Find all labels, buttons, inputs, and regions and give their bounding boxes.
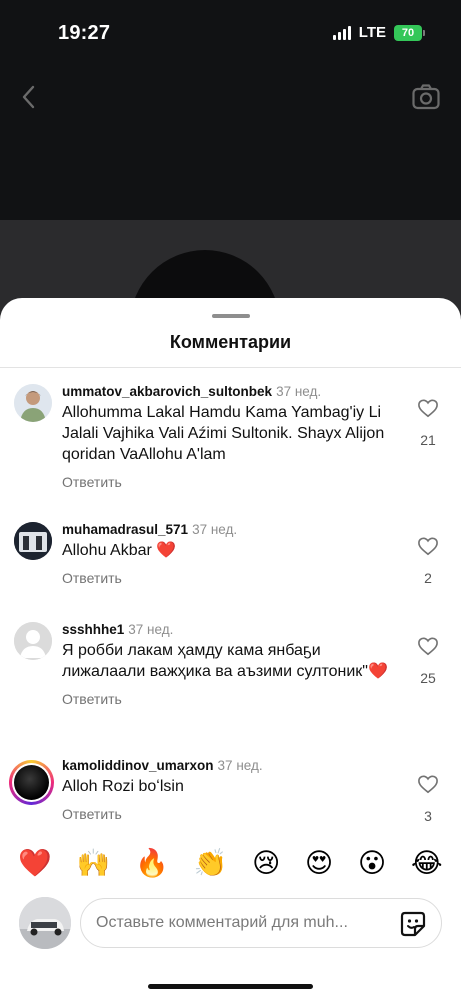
emoji-reaction-bar: ❤️ 🙌 🔥 👏 😢 😍 😮 😂 <box>0 838 461 888</box>
like-group: 21 <box>414 398 442 448</box>
emoji-crying[interactable]: 😢 <box>252 849 280 877</box>
comment-text: Alloh Rozi boʻlsin <box>62 778 184 795</box>
like-count: 21 <box>420 432 436 448</box>
comment-meta: kamoliddinov_umarxon 37 нед. <box>62 758 402 773</box>
sheet-title: Комментарии <box>169 332 292 352</box>
reply-button[interactable]: Ответить <box>62 570 402 586</box>
comment-username[interactable]: kamoliddinov_umarxon <box>62 758 214 773</box>
comment-username[interactable]: ummatov_akbarovich_sultonbek <box>62 384 272 399</box>
battery-icon: 70 <box>394 24 425 41</box>
user-avatar[interactable] <box>19 897 71 949</box>
camera-icon[interactable] <box>411 82 441 112</box>
like-count: 3 <box>424 808 432 824</box>
comments-sheet: Комментарии ummatov_akbarovich_sultonbek… <box>0 298 461 999</box>
comment-time: 37 нед. <box>217 758 263 773</box>
comment-body: ssshhhe1 37 нед. Я робби лакам ҳамду кама… <box>62 622 402 707</box>
comment-meta: ummatov_akbarovich_sultonbek 37 нед. <box>62 384 402 399</box>
emoji-heart[interactable]: ❤️ <box>18 849 52 877</box>
avatar-story-ring[interactable] <box>9 760 54 805</box>
network-type: LTE <box>358 24 386 41</box>
heart-outline-icon[interactable] <box>417 536 439 556</box>
emoji-clap[interactable]: 👏 <box>194 849 228 877</box>
emoji-laughing[interactable]: 😂 <box>411 849 443 877</box>
comment-text: Allohu Akbar ❤️ <box>62 542 177 559</box>
status-indicators: LTE 70 <box>332 24 425 41</box>
reply-button[interactable]: Ответить <box>62 806 402 822</box>
comment-time: 37 нед. <box>128 622 174 637</box>
status-time: 19:27 <box>58 22 111 44</box>
comment-time: 37 нед. <box>276 384 322 399</box>
home-indicator <box>148 984 313 989</box>
like-group: 25 <box>414 636 442 686</box>
reply-button[interactable]: Ответить <box>62 474 402 490</box>
emoji-surprised[interactable]: 😮 <box>358 849 386 877</box>
heart-outline-icon[interactable] <box>417 774 439 794</box>
battery-level: 70 <box>394 24 422 41</box>
emoji-heart-eyes[interactable]: 😍 <box>305 849 333 877</box>
comment-text: Я робби лакам ҳамду кама янбаҕи лижалаал… <box>62 642 388 680</box>
avatar[interactable] <box>14 384 52 422</box>
comment-body: ummatov_akbarovich_sultonbek 37 нед. Allo… <box>62 384 402 490</box>
comment-body: kamoliddinov_umarxon 37 нед. Alloh Rozi b… <box>62 758 402 822</box>
avatar[interactable] <box>14 522 52 560</box>
video-top-bar <box>0 64 461 220</box>
like-count: 2 <box>424 570 432 586</box>
comment-username[interactable]: muhamadrasul_571 <box>62 522 188 537</box>
like-group: 3 <box>414 774 442 824</box>
avatar[interactable] <box>14 622 52 660</box>
like-group: 2 <box>414 536 442 586</box>
comment-composer: Оставьте комментарий для muh... <box>0 895 461 955</box>
comment-body: muhamadrasul_571 37 нед. Allohu Akbar ❤️ … <box>62 522 402 586</box>
sticker-icon[interactable] <box>399 910 427 938</box>
like-count: 25 <box>420 670 436 686</box>
comment-input[interactable]: Оставьте комментарий для muh... <box>80 898 442 948</box>
heart-outline-icon[interactable] <box>417 636 439 656</box>
signal-icon <box>332 25 351 40</box>
emoji-raised-hands[interactable]: 🙌 <box>77 849 111 877</box>
comment-time: 37 нед. <box>192 522 238 537</box>
sheet-grabber[interactable] <box>212 314 250 318</box>
divider <box>0 367 461 368</box>
status-bar: 19:27 LTE 70 <box>0 0 461 64</box>
emoji-fire[interactable]: 🔥 <box>135 849 169 877</box>
reply-button[interactable]: Ответить <box>62 691 402 707</box>
comment-meta: muhamadrasul_571 37 нед. <box>62 522 402 537</box>
comment-meta: ssshhhe1 37 нед. <box>62 622 402 637</box>
comment-username[interactable]: ssshhhe1 <box>62 622 124 637</box>
comment-text: Allohumma Lakal Hamdu Kama Yambag'iy Li … <box>62 404 385 463</box>
comment-input-placeholder: Оставьте комментарий для muh... <box>96 914 348 931</box>
heart-outline-icon[interactable] <box>417 398 439 418</box>
chevron-left-icon[interactable] <box>16 82 40 112</box>
